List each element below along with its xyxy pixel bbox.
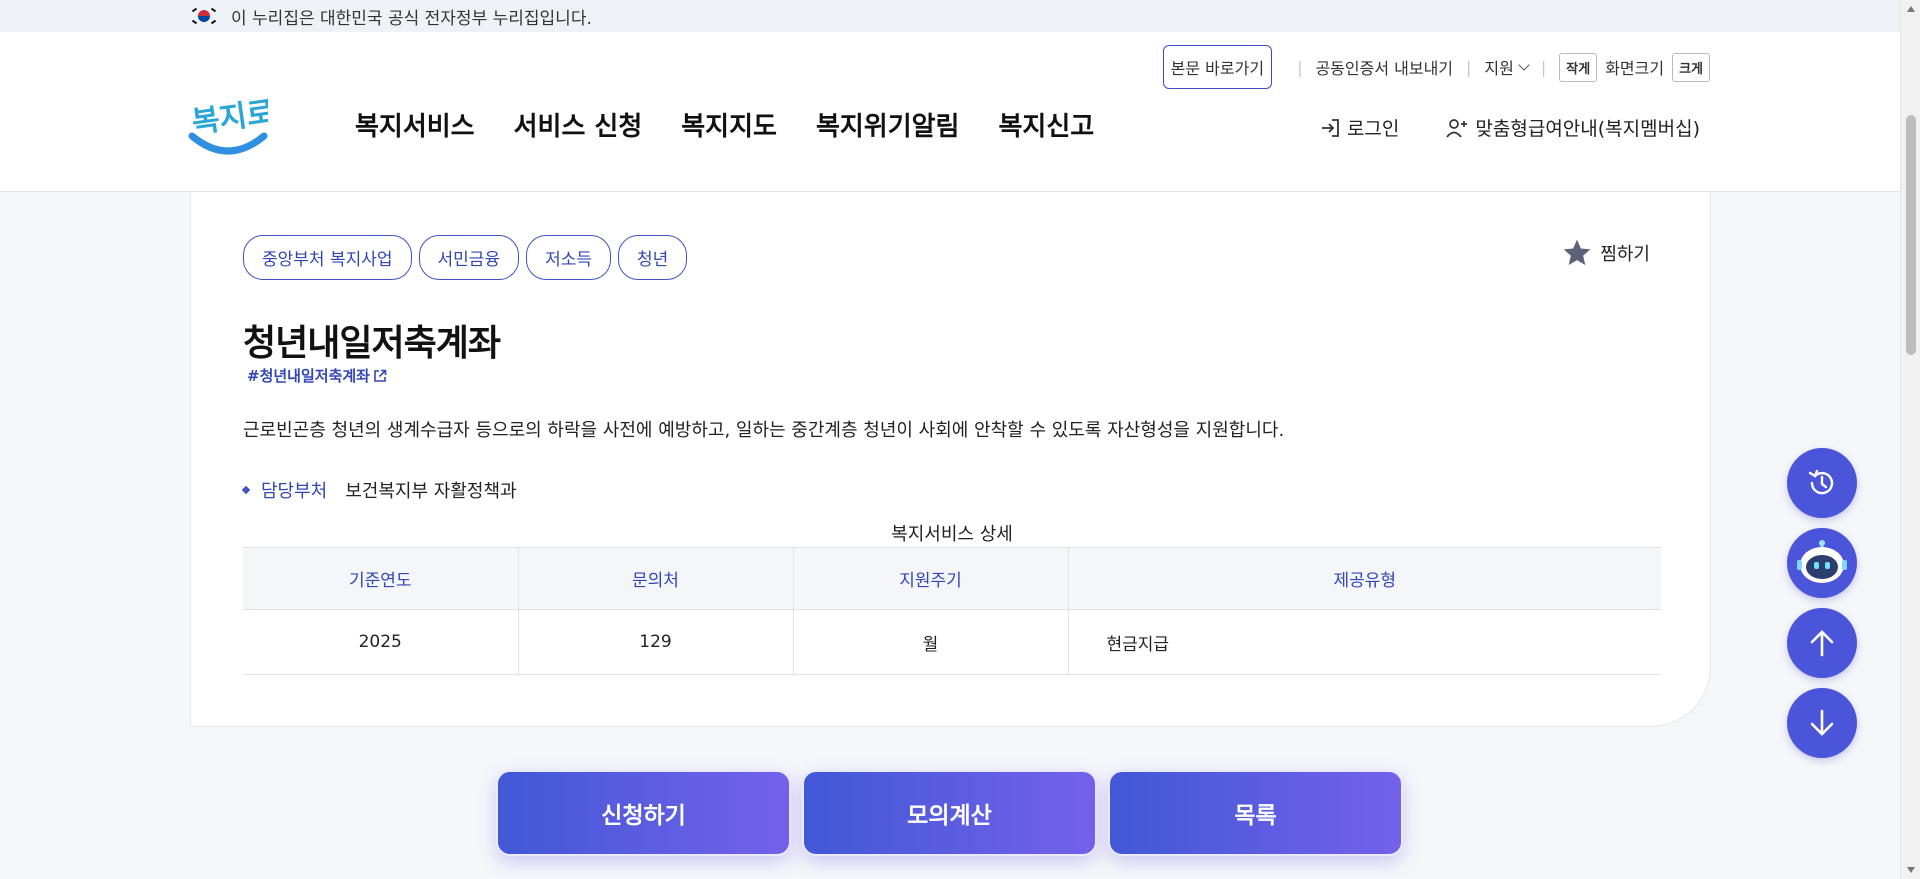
tag-low-income[interactable]: 저소득	[526, 235, 612, 280]
font-small-button[interactable]: 작게	[1559, 52, 1598, 82]
site-logo[interactable]: 복지로	[188, 90, 277, 160]
login-icon	[1321, 118, 1339, 137]
service-title: 청년내일저축계좌	[243, 323, 501, 364]
floating-toolbar	[1787, 448, 1857, 758]
cell-base-year: 2025	[243, 609, 519, 675]
arrow-down-icon	[1810, 709, 1834, 736]
cell-contact: 129	[518, 609, 794, 675]
divider: |	[1540, 57, 1547, 77]
history-icon	[1808, 469, 1834, 495]
nav-item-crisis-alert[interactable]: 복지위기알림	[816, 106, 960, 143]
action-buttons: 신청하기 모의계산 목록	[496, 770, 1403, 856]
category-tags: 중앙부처 복지사업 서민금융 저소득 청년	[243, 235, 688, 280]
chevron-down-icon	[1518, 59, 1530, 71]
external-link-icon	[374, 369, 387, 382]
site-header: 본문 바로가기 | 공동인증서 내보내기 | 지원 | 작게 화면크기 크게 복…	[0, 32, 1900, 192]
hashtag-text: #청년내일저축계좌	[247, 367, 370, 385]
table-row: 2025 129 월 현금지급	[243, 609, 1661, 675]
header-provision-type: 제공유형	[1068, 547, 1661, 610]
logo-text: 복지로	[190, 95, 268, 141]
bokjiro-logo-icon: 복지로	[188, 95, 277, 155]
department-value: 보건복지부 자활정책과	[345, 481, 517, 502]
login-label: 로그인	[1346, 118, 1400, 140]
chatbot-button[interactable]	[1787, 528, 1857, 598]
korea-flag-icon	[191, 6, 217, 26]
font-large-button[interactable]: 크게	[1672, 52, 1710, 82]
divider: |	[1466, 57, 1472, 77]
list-button[interactable]: 목록	[1108, 770, 1403, 856]
cert-export-link[interactable]: 공동인증서 내보내기	[1315, 55, 1453, 79]
simulate-button[interactable]: 모의계산	[802, 770, 1097, 856]
membership-label: 맞춤형급여안내(복지멤버십)	[1475, 118, 1700, 140]
star-icon	[1563, 239, 1591, 265]
header-support-cycle: 지원주기	[793, 547, 1069, 610]
user-add-icon	[1446, 118, 1468, 138]
font-size-label: 화면크기	[1605, 59, 1665, 78]
nav-item-service-apply[interactable]: 서비스 신청	[514, 106, 643, 143]
tag-youth[interactable]: 청년	[618, 235, 688, 280]
recent-history-button[interactable]	[1787, 448, 1857, 518]
tag-finance[interactable]: 서민금융	[418, 235, 520, 280]
service-detail-card: 중앙부처 복지사업 서민금융 저소득 청년 찜하기 청년내일저축계좌 #청년내일…	[190, 192, 1711, 727]
divider: |	[1297, 57, 1303, 77]
bullet-icon	[241, 485, 251, 495]
auth-links: 로그인 맞춤형급여안내(복지멤버십)	[1319, 114, 1700, 141]
scroll-up-arrow-icon[interactable]	[1907, 6, 1915, 12]
table-caption: 복지서비스 상세	[891, 524, 1013, 545]
scroll-thumb[interactable]	[1906, 115, 1916, 355]
service-detail-table: 기준연도 문의처 지원주기 제공유형 2025 129 월 현금지급	[243, 547, 1661, 675]
department-info: 담당부처 보건복지부 자활정책과	[241, 477, 517, 503]
header-base-year: 기준연도	[243, 547, 519, 610]
nav-item-welfare-service[interactable]: 복지서비스	[355, 106, 475, 143]
main-nav: 복지서비스 서비스 신청 복지지도 복지위기알림 복지신고	[355, 106, 1094, 143]
favorite-label: 찜하기	[1600, 244, 1650, 265]
service-description: 근로빈곤층 청년의 생계수급자 등으로의 하락을 사전에 예방하고, 일하는 중…	[243, 420, 1285, 441]
cell-provision-type: 현금지급	[1068, 609, 1661, 675]
skip-to-content-link[interactable]: 본문 바로가기	[1162, 45, 1273, 89]
scroll-down-arrow-icon[interactable]	[1907, 867, 1915, 873]
utility-bar: 본문 바로가기 | 공동인증서 내보내기 | 지원 | 작게 화면크기 크게	[1162, 45, 1710, 89]
chatbot-icon	[1797, 540, 1847, 583]
nav-item-welfare-report[interactable]: 복지신고	[998, 106, 1094, 143]
support-label: 지원	[1484, 59, 1514, 78]
hashtag-link[interactable]: #청년내일저축계좌	[247, 365, 387, 386]
table-header-row: 기준연도 문의처 지원주기 제공유형	[243, 547, 1661, 610]
favorite-button[interactable]: 찜하기	[1560, 237, 1650, 269]
gov-banner-text: 이 누리집은 대한민국 공식 전자정부 누리집입니다.	[231, 8, 592, 29]
apply-button[interactable]: 신청하기	[496, 770, 791, 856]
scroll-top-button[interactable]	[1787, 608, 1857, 678]
login-link[interactable]: 로그인	[1319, 114, 1399, 141]
tag-central-ministry[interactable]: 중앙부처 복지사업	[243, 235, 412, 280]
membership-link[interactable]: 맞춤형급여안내(복지멤버십)	[1445, 114, 1700, 141]
department-label: 담당부처	[261, 481, 328, 502]
header-contact: 문의처	[518, 547, 794, 610]
scroll-bottom-button[interactable]	[1787, 688, 1857, 758]
gov-banner: 이 누리집은 대한민국 공식 전자정부 누리집입니다.	[0, 0, 1900, 32]
support-dropdown[interactable]: 지원	[1484, 55, 1530, 79]
nav-item-welfare-map[interactable]: 복지지도	[681, 106, 777, 143]
arrow-up-icon	[1810, 630, 1834, 657]
cell-support-cycle: 월	[793, 609, 1069, 675]
page-scrollbar[interactable]	[1900, 0, 1920, 879]
